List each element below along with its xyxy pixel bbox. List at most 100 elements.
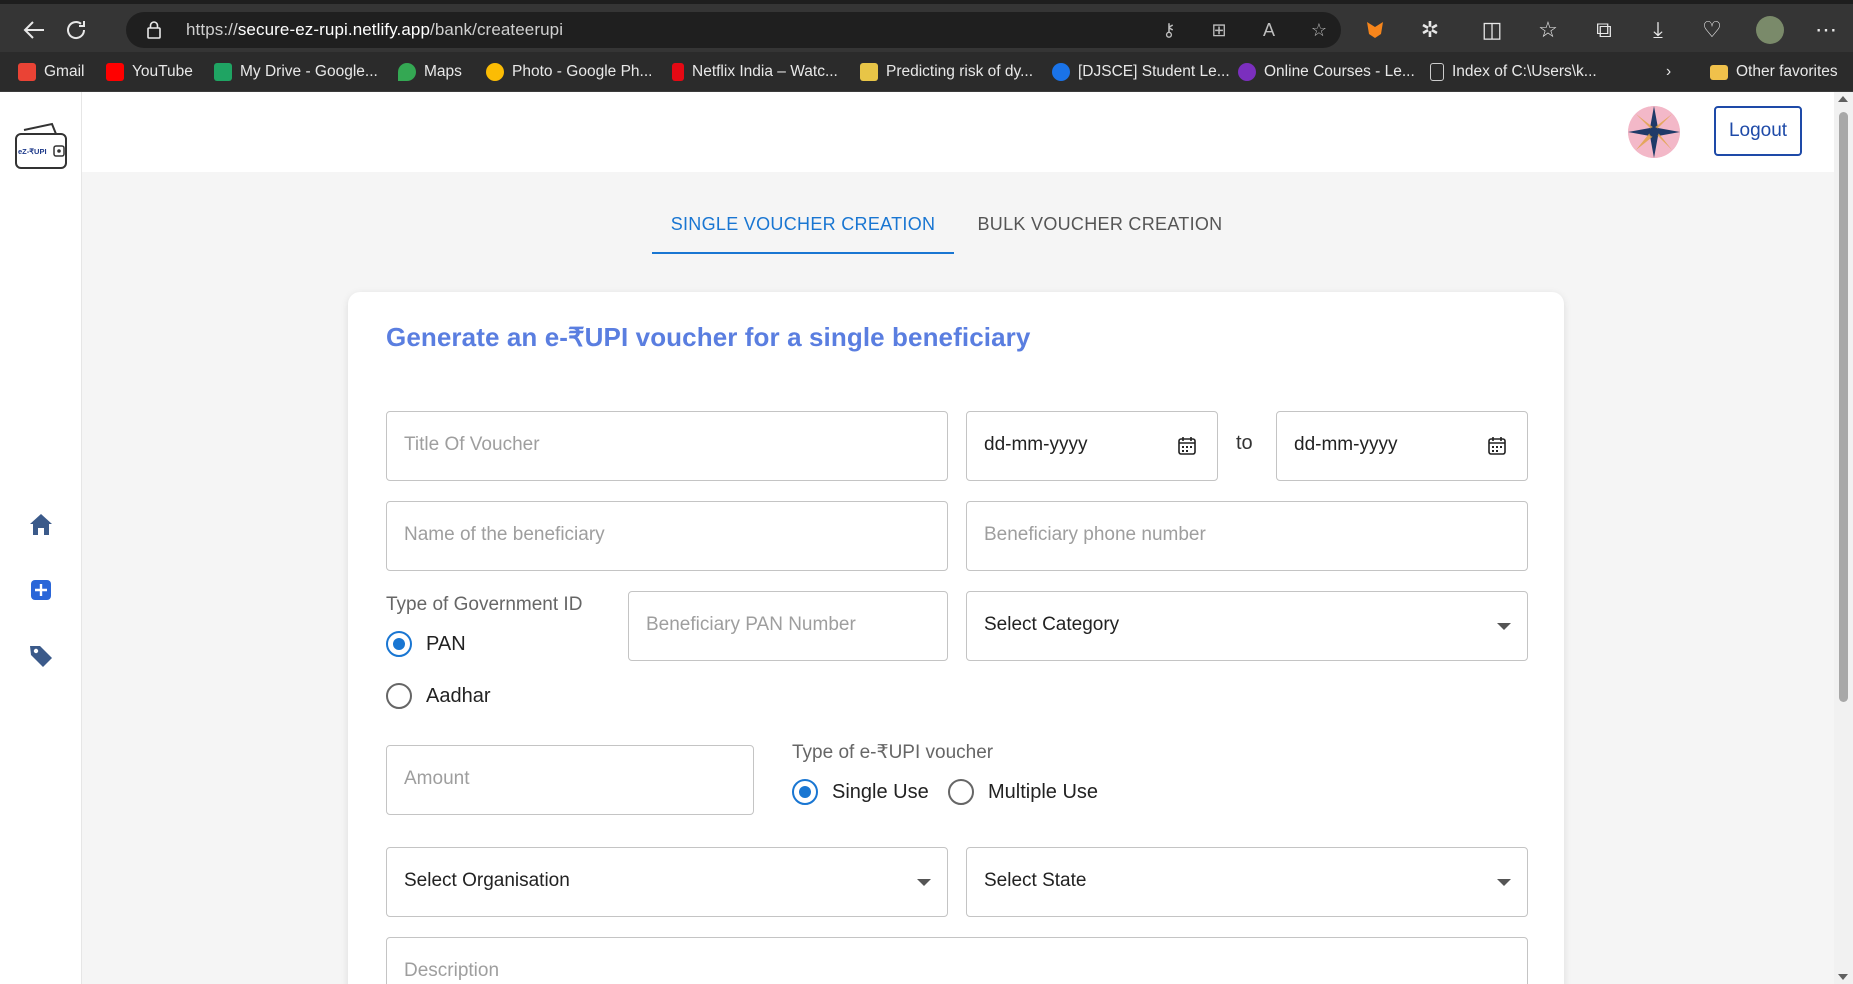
url-host: secure-ez-rupi.netlify.app (237, 20, 431, 39)
profile-icon[interactable] (1756, 16, 1784, 44)
user-avatar[interactable] (1628, 106, 1680, 158)
add-icon[interactable] (27, 576, 55, 604)
address-bar[interactable]: https://secure-ez-rupi.netlify.app/bank/… (126, 12, 1341, 48)
radio-aadhar-icon[interactable] (386, 683, 412, 709)
bookmark-predicting[interactable]: Predicting risk of dy... (860, 60, 1033, 84)
home-icon[interactable] (27, 510, 55, 538)
url-prefix: https:// (186, 20, 238, 39)
beneficiary-pan-input[interactable]: Beneficiary PAN Number (628, 591, 948, 661)
radio-aadhar-label: Aadhar (426, 684, 491, 707)
refresh-icon[interactable] (62, 16, 90, 44)
radio-multiple-use-icon[interactable] (948, 779, 974, 805)
maps-icon (398, 63, 416, 81)
bookmark-netflix[interactable]: Netflix India – Watc... (672, 60, 838, 84)
scroll-up-icon[interactable] (1838, 96, 1848, 102)
bookmark-djsce[interactable]: [DJSCE] Student Le... (1052, 60, 1230, 84)
radio-multiple-use[interactable]: Multiple Use (948, 779, 1098, 805)
category-select-value: Select Category (984, 614, 1120, 635)
folder-icon (1710, 64, 1728, 80)
amount-input[interactable]: Amount (386, 745, 754, 815)
state-select[interactable]: Select State (966, 847, 1528, 917)
youtube-icon (106, 63, 124, 81)
bookmarks-overflow-chevron-icon[interactable]: › (1666, 60, 1671, 84)
bookmark-index[interactable]: Index of C:\Users\k... (1430, 60, 1597, 84)
file-icon (1430, 63, 1444, 81)
start-date-input[interactable]: dd-mm-yyyy (966, 411, 1218, 481)
bookmark-maps[interactable]: Maps (398, 60, 462, 84)
top-app-bar: Logout (82, 92, 1834, 172)
radio-pan-label: PAN (426, 632, 466, 655)
dropdown-arrow-icon (1497, 623, 1511, 630)
logout-button[interactable]: Logout (1714, 106, 1802, 156)
gov-id-type-label: Type of Government ID (386, 594, 583, 615)
health-icon[interactable]: ♡ (1698, 16, 1726, 44)
dropdown-arrow-icon (917, 879, 931, 886)
end-date-input[interactable]: dd-mm-yyyy (1276, 411, 1528, 481)
logo-text: eZ-₹UPI (18, 147, 47, 156)
favorites-icon[interactable]: ☆ (1534, 16, 1562, 44)
beneficiary-pan-placeholder: Beneficiary PAN Number (646, 614, 856, 635)
amount-placeholder: Amount (404, 768, 470, 789)
browser-toolbar: https://secure-ez-rupi.netlify.app/bank/… (0, 0, 1853, 52)
bookmark-gmail[interactable]: Gmail (18, 60, 84, 84)
scrollbar-thumb[interactable] (1839, 112, 1848, 702)
beneficiary-name-input[interactable]: Name of the beneficiary (386, 501, 948, 571)
sidebar: eZ-₹UPI (0, 92, 82, 984)
organisation-select[interactable]: Select Organisation (386, 847, 948, 917)
form-title: Generate an e-₹UPI voucher for a single … (386, 322, 1031, 352)
metamask-icon[interactable] (1362, 16, 1390, 44)
radio-pan-selected-icon[interactable] (386, 631, 412, 657)
radio-multiple-use-label: Multiple Use (988, 780, 1099, 803)
collections-icon[interactable]: ⧉ (1590, 16, 1618, 44)
dropdown-arrow-icon (1497, 879, 1511, 886)
voucher-title-input[interactable]: Title Of Voucher (386, 411, 948, 481)
more-options-icon[interactable]: ⋯ (1812, 16, 1840, 44)
extensions-icon[interactable]: ✲ (1416, 16, 1444, 44)
drive-icon (214, 63, 232, 81)
scroll-down-icon[interactable] (1838, 974, 1848, 980)
tab-single-voucher-creation[interactable]: SINGLE VOUCHER CREATION (652, 202, 954, 254)
calendar-icon[interactable] (1487, 436, 1507, 456)
split-screen-icon[interactable]: ◫ (1478, 16, 1506, 44)
browser-chrome: https://secure-ez-rupi.netlify.app/bank/… (0, 0, 1853, 92)
apps-icon[interactable]: ⊞ (1208, 19, 1230, 41)
end-date-value: dd-mm-yyyy (1294, 434, 1398, 455)
netflix-icon (672, 63, 684, 81)
bookmark-other-favorites[interactable]: Other favorites (1710, 60, 1838, 84)
radio-single-use[interactable]: Single Use (792, 779, 929, 805)
read-aloud-icon[interactable]: A (1258, 19, 1280, 41)
app-logo[interactable]: eZ-₹UPI (14, 122, 68, 170)
beneficiary-phone-placeholder: Beneficiary phone number (984, 524, 1206, 545)
beneficiary-phone-input[interactable]: Beneficiary phone number (966, 501, 1528, 571)
url-path: /bank/createerupi (430, 20, 564, 39)
favorite-star-icon[interactable]: ☆ (1308, 19, 1330, 41)
tag-icon[interactable] (27, 642, 55, 670)
calendar-icon[interactable] (1177, 436, 1197, 456)
bookmark-online-courses[interactable]: Online Courses - Le... (1238, 60, 1415, 84)
back-icon[interactable] (20, 16, 48, 44)
bookmark-youtube[interactable]: YouTube (106, 60, 193, 84)
courses-icon (1238, 63, 1256, 81)
category-select[interactable]: Select Category (966, 591, 1528, 661)
radio-aadhar[interactable]: Aadhar (386, 683, 491, 709)
radio-pan[interactable]: PAN (386, 631, 466, 657)
key-icon[interactable]: ⚷ (1158, 19, 1180, 41)
tab-bulk-voucher-creation[interactable]: BULK VOUCHER CREATION (974, 202, 1226, 254)
bookmark-drive[interactable]: My Drive - Google... (214, 60, 378, 84)
bookmark-photos[interactable]: Photo - Google Ph... (486, 60, 652, 84)
description-placeholder: Description (404, 960, 500, 981)
date-range-to-label: to (1236, 432, 1253, 454)
url-text[interactable]: https://secure-ez-rupi.netlify.app/bank/… (186, 20, 563, 40)
document-icon (860, 63, 878, 81)
bookmarks-bar: Gmail YouTube My Drive - Google... Maps … (0, 52, 1853, 92)
radio-single-use-label: Single Use (832, 780, 929, 803)
organisation-select-value: Select Organisation (404, 870, 570, 891)
description-textarea[interactable]: Description (386, 937, 1528, 984)
page-scrollbar[interactable] (1834, 92, 1853, 984)
radio-single-use-selected-icon[interactable] (792, 779, 818, 805)
page-viewport: eZ-₹UPI Logout SINGLE VOUCHER CREATION B… (0, 92, 1853, 984)
lock-icon[interactable] (146, 20, 162, 40)
downloads-icon[interactable]: ⤓ (1644, 16, 1672, 44)
photos-icon (486, 63, 504, 81)
start-date-value: dd-mm-yyyy (984, 434, 1088, 455)
